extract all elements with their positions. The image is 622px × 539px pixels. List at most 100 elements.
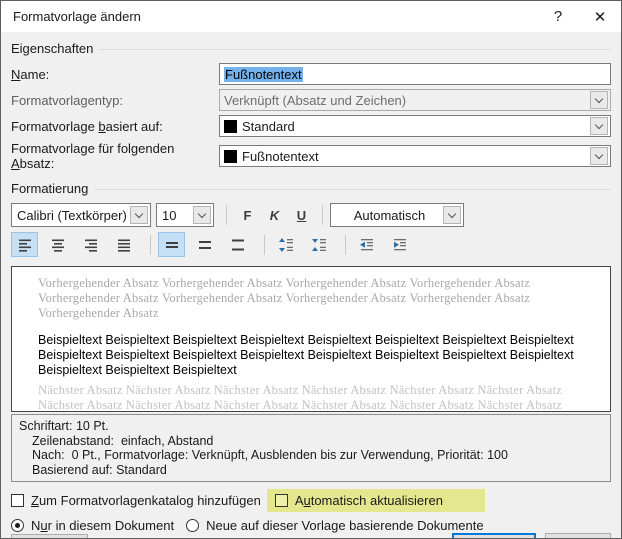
align-center-button[interactable] bbox=[44, 232, 71, 257]
double-spacing-icon bbox=[231, 239, 244, 250]
single-spacing-icon bbox=[165, 241, 178, 248]
auto-update-label: Automatisch aktualisieren bbox=[294, 493, 443, 508]
only-this-document-radio[interactable]: Nur in diesem Dokument bbox=[11, 518, 174, 533]
style-type-value: Verknüpft (Absatz und Zeichen) bbox=[224, 92, 407, 108]
description-line: Nach: 0 Pt., Formatvorlage: Verknüpft, A… bbox=[32, 448, 508, 462]
name-label: Name: bbox=[11, 66, 50, 82]
close-button[interactable]: ✕ bbox=[579, 1, 621, 32]
increase-indent-icon bbox=[393, 238, 406, 250]
chevron-down-icon[interactable] bbox=[193, 206, 211, 224]
style-preview-icon bbox=[224, 149, 237, 163]
font-toolbar: Calibri (Textkörper) 10 F K U Automatisc… bbox=[11, 203, 611, 227]
next-style-value: Fußnotentext bbox=[242, 148, 319, 164]
new-documents-radio[interactable]: Neue auf dieser Vorlage basierende Dokum… bbox=[186, 518, 484, 533]
increase-paragraph-spacing-button[interactable] bbox=[272, 232, 299, 257]
align-right-icon bbox=[84, 239, 97, 252]
align-justify-button[interactable] bbox=[110, 232, 137, 257]
one-half-spacing-button[interactable] bbox=[191, 232, 218, 257]
double-spacing-button[interactable] bbox=[224, 232, 251, 257]
toolbar-separator bbox=[226, 205, 227, 225]
chevron-down-icon bbox=[590, 91, 608, 109]
increase-indent-button[interactable] bbox=[386, 232, 413, 257]
toolbar-separator bbox=[345, 234, 346, 255]
new-documents-label: Neue auf dieser Vorlage basierende Dokum… bbox=[206, 518, 484, 533]
style-description-box: Schriftart: 10 Pt. Zeilenabstand: einfach… bbox=[11, 414, 611, 482]
name-value-selected-text: Fußnotentext bbox=[224, 66, 303, 82]
radio-row: Nur in diesem Dokument Neue auf dieser V… bbox=[11, 518, 611, 533]
decrease-indent-icon bbox=[359, 238, 373, 250]
preview-next-paragraph: Nächster Absatz Nächster Absatz Nächster… bbox=[38, 383, 563, 412]
font-color-select[interactable]: Automatisch bbox=[330, 203, 464, 227]
cancel-button[interactable]: Abbrechen bbox=[545, 533, 611, 538]
style-preview-icon bbox=[224, 119, 237, 133]
ok-button[interactable]: OK bbox=[452, 533, 536, 538]
chevron-down-icon[interactable] bbox=[590, 117, 608, 135]
next-style-label: Formatvorlage für folgenden Absatz: bbox=[11, 141, 175, 171]
dialog-body: Eigenschaften Name: Fußnotentext Formatv… bbox=[1, 32, 621, 538]
radio-selected-icon[interactable] bbox=[11, 519, 24, 532]
chevron-down-icon[interactable] bbox=[443, 206, 461, 224]
section-divider bbox=[99, 49, 611, 50]
description-line: Schriftart: 10 Pt. bbox=[19, 419, 109, 433]
underline-button[interactable]: U bbox=[288, 204, 315, 226]
paragraph-toolbar bbox=[11, 232, 611, 257]
properties-section-header: Eigenschaften bbox=[11, 41, 611, 56]
one-half-spacing-icon bbox=[198, 240, 211, 249]
description-line: Zeilenabstand: einfach, Abstand bbox=[32, 433, 214, 448]
style-preview-pane: Vorhergehender Absatz Vorhergehender Abs… bbox=[11, 266, 611, 412]
close-icon: ✕ bbox=[593, 8, 607, 26]
section-divider bbox=[94, 189, 611, 190]
help-icon: ? bbox=[553, 8, 563, 25]
only-this-document-label: Nur in diesem Dokument bbox=[31, 518, 175, 533]
next-style-select[interactable]: Fußnotentext bbox=[219, 145, 611, 167]
align-right-button[interactable] bbox=[77, 232, 104, 257]
style-type-select: Verknüpft (Absatz und Zeichen) bbox=[219, 89, 611, 111]
decrease-indent-button[interactable] bbox=[353, 232, 380, 257]
align-left-icon bbox=[18, 239, 31, 252]
modify-style-dialog: Formatvorlage ändern ? ✕ Eigenschaften N… bbox=[0, 0, 622, 539]
preview-sample-text: Beispieltext Beispieltext Beispieltext B… bbox=[38, 333, 574, 377]
based-on-select[interactable]: Standard bbox=[219, 115, 611, 137]
style-type-row: Formatvorlagentyp: Verknüpft (Absatz und… bbox=[11, 89, 611, 111]
align-center-icon bbox=[51, 239, 64, 252]
align-justify-icon bbox=[117, 239, 130, 252]
next-style-row: Formatvorlage für folgenden Absatz: Fußn… bbox=[11, 141, 611, 171]
checkbox-icon[interactable] bbox=[274, 494, 288, 507]
increase-spacing-icon bbox=[278, 237, 293, 252]
toolbar-separator bbox=[322, 205, 323, 225]
format-menu-button[interactable]: Format ▼ bbox=[11, 534, 89, 538]
help-button[interactable]: ? bbox=[537, 1, 579, 32]
font-name-select[interactable]: Calibri (Textkörper) bbox=[11, 203, 151, 227]
title-bar: Formatvorlage ändern ? ✕ bbox=[1, 1, 621, 32]
formatting-section-label: Formatierung bbox=[11, 181, 89, 196]
chevron-down-icon[interactable] bbox=[590, 147, 608, 165]
align-left-button[interactable] bbox=[11, 232, 38, 257]
single-spacing-button[interactable] bbox=[158, 232, 185, 257]
toolbar-separator bbox=[264, 234, 265, 255]
add-to-gallery-checkbox[interactable]: Zum Formatvorlagenkatalog hinzufügen bbox=[11, 493, 261, 508]
dialog-title: Formatvorlage ändern bbox=[13, 9, 141, 24]
based-on-value: Standard bbox=[242, 118, 295, 134]
bold-button[interactable]: F bbox=[234, 204, 261, 226]
checkbox-icon[interactable] bbox=[11, 494, 24, 507]
style-type-label: Formatvorlagentyp: bbox=[11, 92, 123, 108]
name-row: Name: Fußnotentext bbox=[11, 63, 611, 85]
properties-section-label: Eigenschaften bbox=[11, 41, 94, 56]
name-input[interactable]: Fußnotentext bbox=[219, 63, 611, 85]
auto-update-checkbox[interactable]: Automatisch aktualisieren bbox=[274, 493, 443, 508]
font-size-select[interactable]: 10 bbox=[156, 203, 214, 227]
description-line: Basierend auf: Standard bbox=[32, 462, 167, 477]
checkbox-row: Zum Formatvorlagenkatalog hinzufügen Aut… bbox=[11, 489, 611, 512]
toolbar-separator bbox=[150, 234, 151, 255]
auto-update-highlight: Automatisch aktualisieren bbox=[266, 489, 485, 512]
decrease-paragraph-spacing-button[interactable] bbox=[305, 232, 332, 257]
chevron-down-icon[interactable] bbox=[130, 206, 148, 224]
formatting-section-header: Formatierung bbox=[11, 181, 611, 196]
italic-button[interactable]: K bbox=[261, 204, 288, 226]
decrease-spacing-icon bbox=[311, 238, 326, 251]
radio-unselected-icon[interactable] bbox=[186, 519, 200, 532]
preview-previous-paragraph: Vorhergehender Absatz Vorhergehender Abs… bbox=[38, 276, 531, 320]
footer: Format ▼ OK Abbrechen bbox=[11, 533, 611, 538]
based-on-row: Formatvorlage basiert auf: Standard bbox=[11, 115, 611, 137]
based-on-label: Formatvorlage basiert auf: bbox=[11, 118, 163, 134]
